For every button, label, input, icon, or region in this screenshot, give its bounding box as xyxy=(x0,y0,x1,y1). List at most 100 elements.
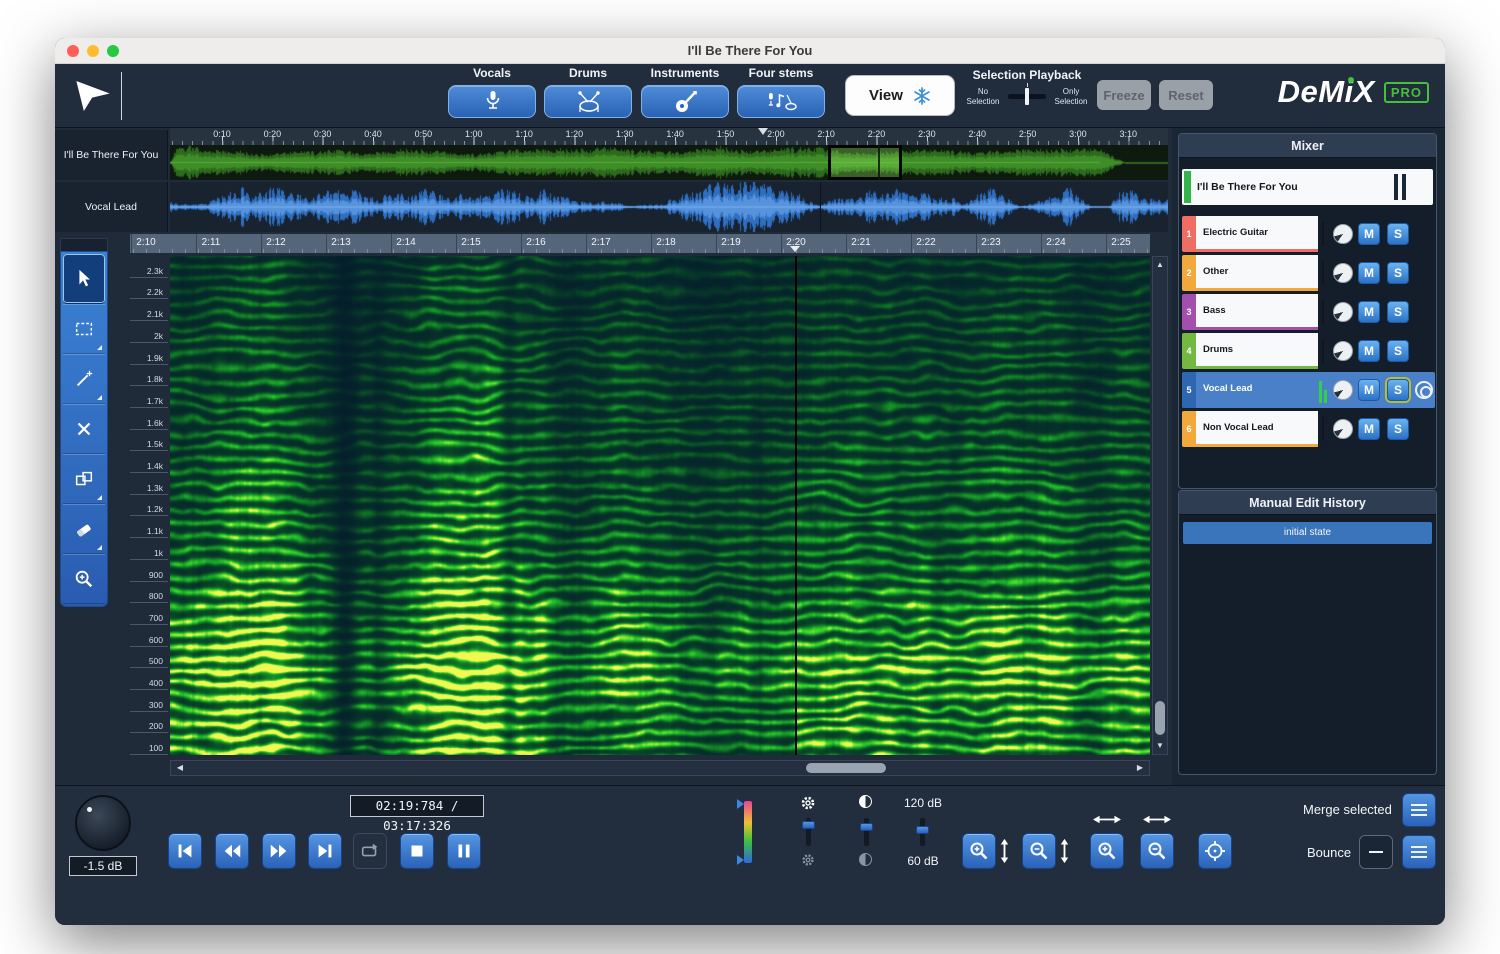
bounce-menu-button[interactable] xyxy=(1402,835,1436,869)
pan-knob[interactable] xyxy=(1333,263,1353,283)
tool-palette-header[interactable] xyxy=(60,238,108,251)
pan-knob[interactable] xyxy=(1333,380,1353,400)
pan-knob[interactable] xyxy=(1333,224,1353,244)
freeze-button[interactable]: Freeze xyxy=(1097,80,1151,110)
view-button[interactable]: View xyxy=(845,75,955,116)
zoom-in-horizontal-button[interactable] xyxy=(1090,833,1124,869)
selection-playback-slider-handle[interactable] xyxy=(1025,88,1029,105)
overview-waveform[interactable] xyxy=(170,145,1168,180)
contrast-max-icon[interactable] xyxy=(859,795,872,808)
drums-stem-button[interactable] xyxy=(544,85,632,118)
loop-button[interactable] xyxy=(353,833,387,869)
selection-playback-slider[interactable] xyxy=(1008,94,1046,99)
settings-min-icon[interactable] xyxy=(800,852,816,868)
view-label: View xyxy=(869,87,903,104)
merge-menu-button[interactable] xyxy=(1402,793,1436,827)
mute-button[interactable]: M xyxy=(1358,223,1380,245)
spectrogram-canvas[interactable] xyxy=(170,256,1150,755)
horizontal-zoom-arrows-icon[interactable] xyxy=(1090,813,1124,826)
contrast-slider[interactable] xyxy=(864,818,869,846)
mixer-channel-vocal-lead[interactable]: 5Vocal LeadMS xyxy=(1182,372,1435,408)
mixer-channel-bass[interactable]: 3BassMS xyxy=(1182,294,1435,330)
contrast-slider-handle[interactable] xyxy=(860,823,873,831)
mixer-master-row[interactable]: I'll Be There For You xyxy=(1182,169,1433,205)
volume-knob[interactable] xyxy=(75,795,131,851)
playhead-marker-icon[interactable] xyxy=(758,128,768,135)
contrast-min-icon[interactable] xyxy=(859,853,872,866)
mixer-channel-other[interactable]: 2OtherMS xyxy=(1182,255,1435,291)
time-tick-label: 2:20 xyxy=(868,129,886,139)
solo-button[interactable]: S xyxy=(1387,262,1409,284)
skip-end-button[interactable] xyxy=(308,833,342,869)
mixer-channel-non-vocal-lead[interactable]: 6Non Vocal LeadMS xyxy=(1182,411,1435,447)
frequency-tick-label: 2.2k xyxy=(130,278,168,300)
solo-button[interactable]: S xyxy=(1387,301,1409,323)
vertical-scroll-thumb[interactable] xyxy=(1155,701,1165,735)
solo-button[interactable]: S xyxy=(1387,340,1409,362)
scroll-right-icon[interactable]: ▶ xyxy=(1132,761,1148,775)
gain-slider-handle[interactable] xyxy=(802,821,815,829)
mute-button[interactable]: M xyxy=(1358,379,1380,401)
bounce-remove-button[interactable] xyxy=(1359,835,1393,869)
pan-knob[interactable] xyxy=(1333,419,1353,439)
eraser-tool[interactable] xyxy=(63,504,105,554)
pause-button[interactable] xyxy=(447,833,481,869)
reset-button[interactable]: Reset xyxy=(1159,80,1213,110)
four-stems-stem-button[interactable] xyxy=(737,85,825,118)
time-tick-label: 2:30 xyxy=(918,129,936,139)
mute-button[interactable]: M xyxy=(1358,301,1380,323)
overview-time-ruler[interactable]: 0:100:200:300:400:501:001:101:201:301:40… xyxy=(170,128,1168,145)
fast-forward-button[interactable] xyxy=(262,833,296,869)
colormap-bottom-handle[interactable] xyxy=(737,855,744,865)
mute-button[interactable]: M xyxy=(1358,262,1380,284)
pan-knob[interactable] xyxy=(1333,341,1353,361)
wand-tool[interactable] xyxy=(63,354,105,404)
solo-button[interactable]: S xyxy=(1387,418,1409,440)
mute-button[interactable]: M xyxy=(1358,418,1380,440)
solo-button[interactable]: S xyxy=(1387,223,1409,245)
marquee-select-tool[interactable] xyxy=(63,304,105,354)
rewind-button[interactable] xyxy=(215,833,249,869)
overview-waveform-canvas[interactable] xyxy=(170,145,1168,180)
zoom-time-ruler[interactable]: 2:102:112:122:132:142:152:162:172:182:19… xyxy=(130,234,1150,253)
mixer-channel-electric-guitar[interactable]: 1Electric GuitarMS xyxy=(1182,216,1435,252)
colormap-top-handle[interactable] xyxy=(737,799,744,809)
channel-number-badge: 2 xyxy=(1182,255,1196,291)
horizontal-scroll-thumb[interactable] xyxy=(806,763,886,773)
spectrogram-view[interactable] xyxy=(170,256,1150,755)
settings-max-icon[interactable] xyxy=(799,794,817,812)
colormap-range-slider[interactable] xyxy=(744,801,752,863)
scroll-up-icon[interactable]: ▲ xyxy=(1153,258,1167,272)
db-range-slider-handle[interactable] xyxy=(916,826,929,834)
solo-button[interactable]: S xyxy=(1387,379,1409,401)
instruments-stem-button[interactable] xyxy=(641,85,729,118)
gain-slider[interactable] xyxy=(806,818,811,846)
target-icon[interactable] xyxy=(1415,381,1433,399)
zoom-to-fit-button[interactable] xyxy=(1198,833,1232,869)
pan-knob[interactable] xyxy=(1333,302,1353,322)
mute-button[interactable]: M xyxy=(1358,340,1380,362)
history-item[interactable]: initial state xyxy=(1183,522,1432,544)
cut-tool[interactable] xyxy=(63,404,105,454)
mixer-channel-drums[interactable]: 4DrumsMS xyxy=(1182,333,1435,369)
split-tool[interactable] xyxy=(63,454,105,504)
vocals-stem-button[interactable] xyxy=(448,85,536,118)
vertical-scrollbar[interactable]: ▲ ▼ xyxy=(1152,256,1168,755)
view-region-selection[interactable] xyxy=(828,145,902,180)
vocal-lead-waveform[interactable] xyxy=(170,182,1168,232)
vocal-lead-waveform-canvas[interactable] xyxy=(170,182,1168,232)
db-range-slider[interactable] xyxy=(920,818,925,846)
pointer-tool[interactable] xyxy=(63,254,105,304)
zoom-out-vertical-button[interactable] xyxy=(1022,833,1056,869)
horizontal-zoom-arrows-icon-2[interactable] xyxy=(1140,813,1174,826)
horizontal-scrollbar[interactable]: ◀ ▶ xyxy=(170,760,1150,776)
zoom-tool[interactable] xyxy=(63,554,105,604)
vertical-zoom-arrows-icon[interactable] xyxy=(998,833,1011,869)
stop-button[interactable] xyxy=(400,833,434,869)
scroll-down-icon[interactable]: ▼ xyxy=(1153,739,1167,753)
vertical-zoom-arrows-icon-2[interactable] xyxy=(1058,833,1071,869)
zoom-out-horizontal-button[interactable] xyxy=(1140,833,1174,869)
scroll-left-icon[interactable]: ◀ xyxy=(172,761,188,775)
skip-start-button[interactable] xyxy=(168,833,202,869)
zoom-in-vertical-button[interactable] xyxy=(962,833,996,869)
